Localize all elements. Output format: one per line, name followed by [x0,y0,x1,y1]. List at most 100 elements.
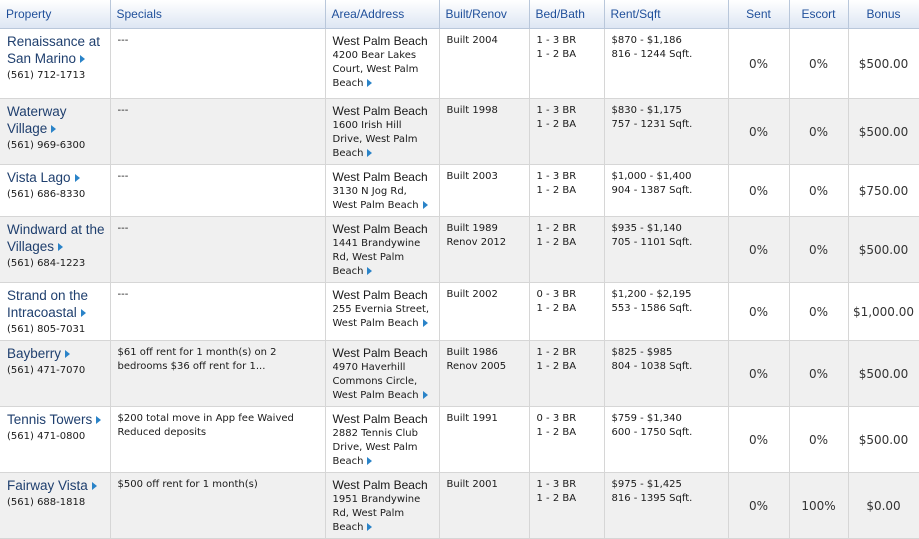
column-header-built[interactable]: Built/Renov [439,0,530,29]
bonus-value: $500.00 [848,340,919,407]
bedbath-cell: 1 - 2 BR 1 - 2 BA [529,340,605,407]
arrow-right-icon[interactable] [80,55,86,64]
property-name-link[interactable]: Tennis Towers [7,412,102,427]
arrow-right-icon[interactable] [65,350,71,359]
area-city: West Palm Beach [332,104,428,118]
arrow-right-icon[interactable] [422,391,428,399]
property-name[interactable]: Bayberry [7,346,61,361]
property-name-link[interactable]: Windward at the Villages [7,222,105,254]
arrow-right-icon[interactable] [74,174,80,183]
property-name[interactable]: Windward at the Villages [7,222,105,254]
column-header-escort[interactable]: Escort [789,0,849,29]
table-row: Bayberry (561) 471-7070 $61 off rent for 1… [0,340,919,407]
built-cell: Built 2003 [439,164,530,217]
sqft-range: 816 - 1244 Sqft. [611,49,693,60]
address-link[interactable]: 4200 Bear Lakes Court, West Palm Beach [333,50,419,89]
property-phone: (561) 805-7031 [7,324,86,335]
bedbath-cell: 1 - 3 BR 1 - 2 BA [529,98,605,165]
address-text[interactable]: 1951 Brandywine Rd, West Palm Beach [333,494,421,533]
property-name[interactable]: Fairway Vista [7,478,88,493]
address-text[interactable]: 1441 Brandywine Rd, West Palm Beach [333,238,421,277]
arrow-right-icon[interactable] [51,125,57,134]
bed-range: 0 - 3 BR [536,413,577,424]
column-header-area[interactable]: Area/Address [325,0,440,29]
arrow-right-icon[interactable] [367,523,373,531]
area-city: West Palm Beach [332,346,428,360]
address-text[interactable]: 4970 Haverhill Commons Circle, West Palm… [333,362,419,401]
property-name[interactable]: Vista Lago [7,170,71,185]
table-row: Tennis Towers (561) 471-0800 $200 total mo… [0,406,919,473]
built-cell: Built 2001 [439,472,530,539]
address-link[interactable]: 4970 Haverhill Commons Circle, West Palm… [333,362,428,401]
specials-text: $61 off rent for 1 month(s) on 2 bedroom… [117,347,277,372]
property-name[interactable]: Renaissance at San Marino [7,34,100,66]
built-cell: Built 1986 Renov 2005 [439,340,530,407]
built-year: Built 1991 [446,413,498,424]
address-link[interactable]: 1441 Brandywine Rd, West Palm Beach [333,238,421,277]
arrow-right-icon[interactable] [367,79,373,87]
address-text[interactable]: 255 Evernia Street, West Palm Beach [333,304,430,329]
arrow-right-icon[interactable] [367,149,373,157]
property-name-link[interactable]: Bayberry [7,346,71,361]
property-name-link[interactable]: Fairway Vista [7,478,97,493]
property-cell: Strand on the Intracoastal (561) 805-7031 [0,282,111,341]
address-link[interactable]: 255 Evernia Street, West Palm Beach [333,304,430,329]
specials-cell: --- [110,282,326,341]
bed-range: 1 - 3 BR [536,105,577,116]
area-cell: West Palm Beach 1951 Brandywine Rd, West … [325,472,440,539]
column-header-property[interactable]: Property [0,0,111,29]
property-name-link[interactable]: Renaissance at San Marino [7,34,100,66]
bonus-value: $500.00 [848,98,919,165]
bath-range: 1 - 2 BA [536,427,577,438]
sent-value: 0% [728,98,790,165]
specials-text: --- [117,105,129,116]
arrow-right-icon[interactable] [96,416,102,425]
property-name[interactable]: Strand on the Intracoastal [7,288,88,320]
property-name[interactable]: Tennis Towers [7,412,92,427]
address-link[interactable]: 2882 Tennis Club Drive, West Palm Beach [333,428,418,467]
renov-year: Renov 2005 [446,361,507,372]
property-name[interactable]: Waterway Village [7,104,67,136]
sqft-range: 553 - 1586 Sqft. [611,303,693,314]
address-link[interactable]: 1600 Irish Hill Drive, West Palm Beach [333,120,418,159]
arrow-right-icon[interactable] [80,309,86,318]
column-header-specials[interactable]: Specials [110,0,326,29]
column-header-sent[interactable]: Sent [728,0,790,29]
property-name-link[interactable]: Strand on the Intracoastal [7,288,88,320]
address-text[interactable]: 4200 Bear Lakes Court, West Palm Beach [333,50,419,89]
bonus-value: $750.00 [848,164,919,217]
arrow-right-icon[interactable] [422,319,428,327]
bath-range: 1 - 2 BA [536,303,577,314]
rent-cell: $759 - $1,340 600 - 1750 Sqft. [604,406,729,473]
property-name-link[interactable]: Vista Lago [7,170,80,185]
property-phone: (561) 686-8330 [7,189,86,200]
arrow-right-icon[interactable] [367,267,373,275]
property-cell: Fairway Vista (561) 688-1818 [0,472,111,539]
arrow-right-icon[interactable] [58,243,64,252]
specials-text: $200 total move in App fee Waived Reduce… [117,413,294,438]
address-text[interactable]: 2882 Tennis Club Drive, West Palm Beach [333,428,418,467]
escort-value: 0% [789,406,849,473]
column-header-rent[interactable]: Rent/Sqft [604,0,729,29]
area-city: West Palm Beach [332,222,428,236]
bonus-value: $500.00 [848,216,919,283]
arrow-right-icon[interactable] [422,201,428,209]
escort-value: 0% [789,282,849,341]
column-header-bedbath[interactable]: Bed/Bath [529,0,605,29]
sent-value: 0% [728,282,790,341]
property-name-link[interactable]: Waterway Village [7,104,67,136]
sqft-range: 904 - 1387 Sqft. [611,185,693,196]
sqft-range: 705 - 1101 Sqft. [611,237,693,248]
address-link[interactable]: 3130 N Jog Rd, West Palm Beach [333,186,428,211]
property-cell: Windward at the Villages (561) 684-1223 [0,216,111,283]
property-cell: Bayberry (561) 471-7070 [0,340,111,407]
bedbath-cell: 1 - 2 BR 1 - 2 BA [529,216,605,283]
address-link[interactable]: 1951 Brandywine Rd, West Palm Beach [333,494,421,533]
column-header-bonus[interactable]: Bonus [848,0,919,29]
bonus-value: $0.00 [848,472,919,539]
built-year: Built 2004 [446,35,498,46]
arrow-right-icon[interactable] [91,482,97,491]
address-text[interactable]: 1600 Irish Hill Drive, West Palm Beach [333,120,418,159]
address-text[interactable]: 3130 N Jog Rd, West Palm Beach [333,186,419,211]
arrow-right-icon[interactable] [367,457,373,465]
